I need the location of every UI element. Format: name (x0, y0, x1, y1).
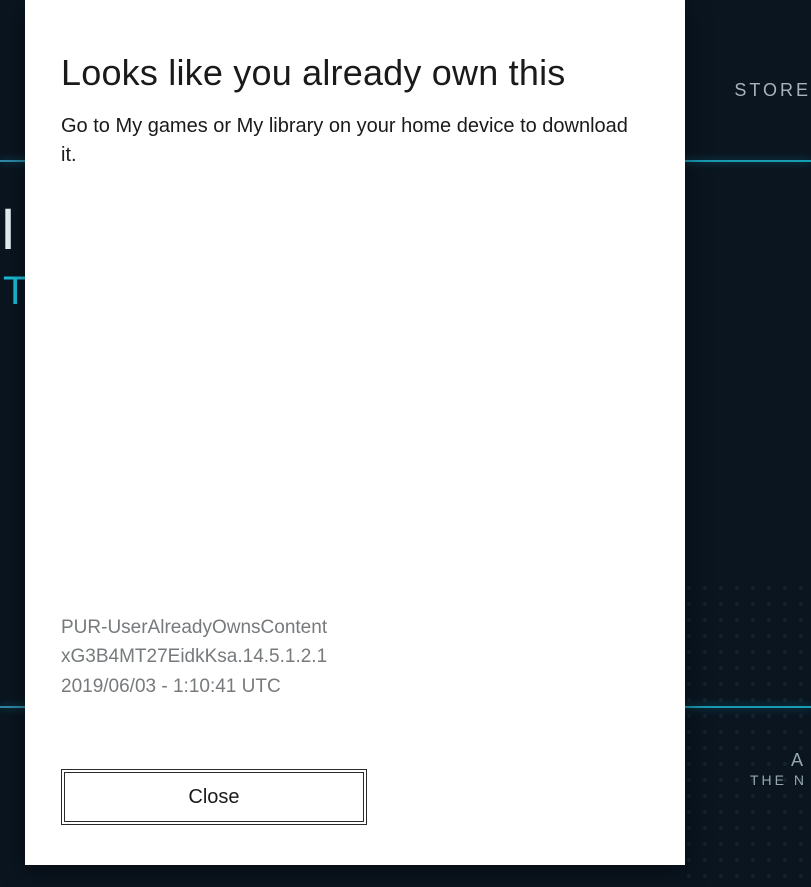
background-tile-label-line2: THE N (750, 772, 807, 789)
background-store-nav-label: STORE (734, 80, 811, 101)
dialog-title: Looks like you already own this (25, 0, 685, 112)
error-details-block: PUR-UserAlreadyOwnsContent xG3B4MT27Eidk… (25, 613, 685, 769)
background-tile-label: A THE N (750, 750, 807, 788)
dialog-body-text: Go to My games or My library on your hom… (25, 112, 685, 188)
purchase-dialog: Looks like you already own this Go to My… (25, 0, 685, 865)
dialog-spacer (25, 188, 685, 613)
close-button[interactable]: Close (61, 769, 367, 825)
error-timestamp: 2019/06/03 - 1:10:41 UTC (61, 672, 649, 701)
background-hex-pattern (681, 580, 811, 880)
dialog-button-row: Close (25, 769, 685, 865)
background-partial-accent-letter: T (3, 269, 27, 314)
error-code: PUR-UserAlreadyOwnsContent (61, 613, 649, 642)
error-reference-id: xG3B4MT27EidkKsa.14.5.1.2.1 (61, 642, 649, 671)
background-partial-heading-letter: I (0, 198, 26, 262)
background-tile-label-line1: A (750, 750, 807, 772)
